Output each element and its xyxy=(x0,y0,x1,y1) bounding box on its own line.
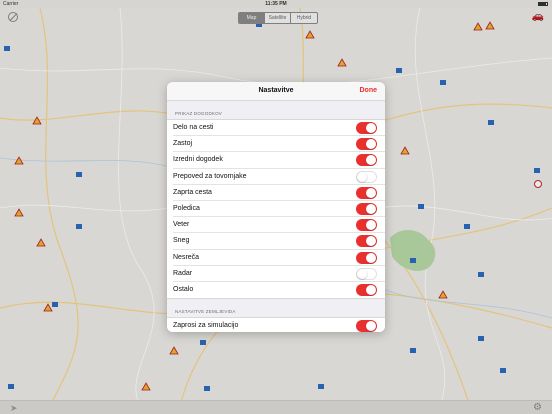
snow-toggle[interactable] xyxy=(356,235,377,248)
setting-label: Izredni dogodek xyxy=(173,156,223,164)
setting-row-accident: Nesreča xyxy=(173,250,385,266)
setting-row-snow: Sneg xyxy=(173,233,385,250)
section-header-map-settings: NASTAVITVE ZEMLJEVIDA xyxy=(175,309,236,315)
accident-toggle[interactable] xyxy=(356,251,377,264)
wind-toggle[interactable] xyxy=(356,219,377,232)
setting-label: Ostalo xyxy=(173,285,194,293)
setting-row-wind: Veter xyxy=(173,217,385,234)
truck-ban-toggle[interactable] xyxy=(356,170,377,183)
setting-label: Delo na cesti xyxy=(173,124,214,131)
setting-row-radar: Radar xyxy=(173,266,385,282)
settings-list[interactable]: PRIKAZ DOGODKOV Delo na cesti Zastoj Izr… xyxy=(167,101,385,332)
setting-row-ice: Poledica xyxy=(173,201,385,218)
setting-label: Zaprta cesta xyxy=(173,188,212,196)
setting-row-congestion: Zastoj xyxy=(173,136,385,153)
simulation-toggle[interactable] xyxy=(356,320,377,332)
setting-label: Sneg xyxy=(173,237,190,245)
modal-title: Nastavitve xyxy=(258,87,294,94)
congestion-toggle[interactable] xyxy=(356,138,377,151)
setting-row-road-closed: Zaprta cesta xyxy=(173,185,385,201)
events-group: Delo na cesti Zastoj Izredni dogodek Pre… xyxy=(167,119,385,300)
road-works-toggle[interactable] xyxy=(356,122,377,134)
setting-label: Nesreča xyxy=(173,253,200,261)
ice-toggle[interactable] xyxy=(356,202,377,215)
modal-header: Nastavitve Done xyxy=(167,82,385,101)
setting-label: Zaprosi za simulacijo xyxy=(173,322,239,330)
setting-label: Zastoj xyxy=(173,140,193,148)
setting-row-incident: Izredni dogodek xyxy=(173,152,385,169)
other-toggle[interactable] xyxy=(356,283,377,296)
setting-label: Prepoved za tovornjake xyxy=(173,172,247,180)
setting-label: Radar xyxy=(173,269,193,277)
setting-label: Poledica xyxy=(173,204,200,212)
road-closed-toggle[interactable] xyxy=(356,186,377,199)
done-button[interactable]: Done xyxy=(360,87,378,94)
setting-row-simulation: Zaprosi za simulacijo xyxy=(167,317,385,332)
settings-modal: Nastavitve Done PRIKAZ DOGODKOV Delo na … xyxy=(167,82,385,332)
radar-toggle[interactable] xyxy=(356,267,377,280)
setting-row-truck-ban: Prepoved za tovornjake xyxy=(173,169,385,185)
setting-row-road-works: Delo na cesti xyxy=(173,120,385,137)
setting-row-other: Ostalo xyxy=(173,282,385,298)
setting-label: Veter xyxy=(173,221,190,229)
incident-toggle[interactable] xyxy=(356,154,377,167)
section-header-events: PRIKAZ DOGODKOV xyxy=(175,111,223,116)
